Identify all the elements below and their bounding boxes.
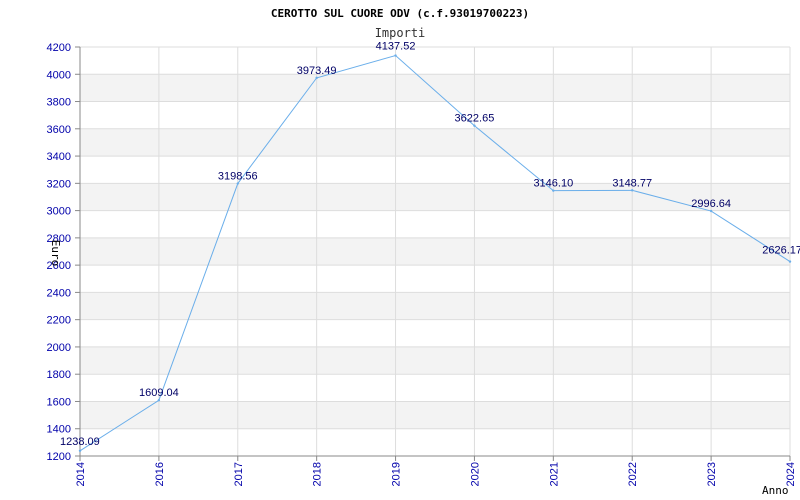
x-tick-label: 2019: [391, 462, 403, 486]
x-tick-label: 2018: [312, 462, 324, 486]
data-label: 4137.52: [376, 41, 416, 53]
data-point: [78, 449, 82, 453]
x-tick-label: 2024: [785, 462, 797, 486]
data-label: 3146.10: [533, 178, 573, 190]
data-label: 2626.17: [762, 245, 800, 257]
y-tick-label: 3800: [47, 97, 71, 109]
grid-band: [80, 292, 790, 320]
y-tick-label: 3200: [47, 178, 71, 190]
data-point: [315, 76, 318, 80]
data-point: [552, 189, 555, 192]
data-label: 1238.09: [60, 436, 100, 448]
grid-band: [80, 128, 790, 157]
data-point: [473, 124, 476, 127]
data-point: [394, 54, 397, 57]
x-tick-label: 2023: [706, 462, 718, 486]
y-tick-label: 4200: [47, 42, 71, 54]
y-axis-label: Euro: [49, 240, 62, 267]
grid-band: [80, 74, 790, 102]
x-tick-label: 2022: [627, 462, 639, 486]
data-point: [157, 399, 161, 402]
x-axis-label: Anno: [762, 484, 789, 497]
x-tick-label: 2016: [154, 462, 166, 486]
line-chart: 1200140016001800200022002400260028003000…: [47, 7, 800, 497]
y-tick-label: 2000: [47, 342, 71, 354]
y-tick-label: 3600: [47, 124, 71, 136]
x-tick-label: 2014: [75, 462, 87, 486]
grid-band: [80, 183, 790, 211]
data-label: 3973.49: [297, 65, 337, 77]
x-axis-ticks: 2014 2016 2017 2018 2019 2020 2021 2022 2023 2024: [75, 456, 797, 486]
data-point: [631, 189, 634, 192]
data-label: 1609.04: [139, 387, 179, 399]
data-label: 3198.56: [218, 171, 258, 183]
grid-bands: [80, 74, 790, 429]
grid-band: [80, 401, 790, 429]
grid-band: [80, 346, 790, 375]
chart-title: CEROTTO SUL CUORE ODV (c.f.93019700223): [271, 7, 529, 20]
data-label: 2996.64: [691, 198, 731, 210]
y-tick-label: 1800: [47, 369, 71, 381]
y-tick-label: 1600: [47, 396, 71, 408]
chart-subtitle: Importi: [375, 26, 426, 40]
y-tick-label: 1200: [47, 451, 71, 463]
data-point: [709, 209, 713, 213]
data-label: 3148.77: [612, 177, 652, 189]
data-point: [236, 182, 239, 185]
x-tick-label: 2020: [469, 462, 481, 486]
y-tick-label: 3000: [47, 206, 71, 218]
grid-band: [80, 237, 790, 266]
x-tick-label: 2021: [548, 462, 560, 486]
x-tick-label: 2017: [233, 462, 245, 486]
data-label: 3622.65: [455, 113, 495, 125]
y-tick-label: 4000: [47, 69, 71, 81]
y-tick-label: 3400: [47, 151, 71, 163]
y-tick-label: 2200: [47, 315, 71, 327]
data-point: [788, 260, 792, 263]
y-tick-label: 2400: [47, 287, 71, 299]
y-tick-label: 1400: [47, 424, 71, 436]
